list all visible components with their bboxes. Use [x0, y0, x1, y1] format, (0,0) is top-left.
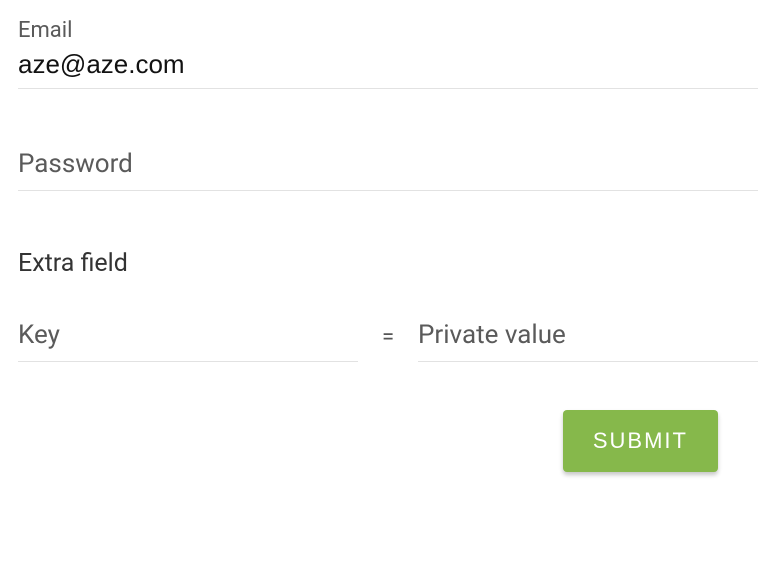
email-input[interactable]	[18, 45, 758, 89]
private-value-field-group: Private value	[418, 318, 758, 362]
email-label: Email	[18, 18, 758, 43]
key-value-row: Key = Private value	[18, 318, 758, 362]
key-field-group: Key	[18, 318, 358, 362]
email-field-group: Email	[18, 18, 758, 89]
password-field-group: Password	[18, 147, 758, 191]
key-input[interactable]	[18, 318, 358, 362]
extra-heading: Extra field	[18, 249, 758, 278]
actions-row: SUBMIT	[18, 410, 758, 472]
password-input[interactable]	[18, 147, 758, 191]
equals-separator: =	[378, 325, 398, 362]
form-container: Email Password Extra field Key = Private…	[18, 18, 758, 472]
private-value-input[interactable]	[418, 318, 758, 362]
submit-button[interactable]: SUBMIT	[563, 410, 718, 472]
extra-section: Extra field Key = Private value	[18, 249, 758, 362]
